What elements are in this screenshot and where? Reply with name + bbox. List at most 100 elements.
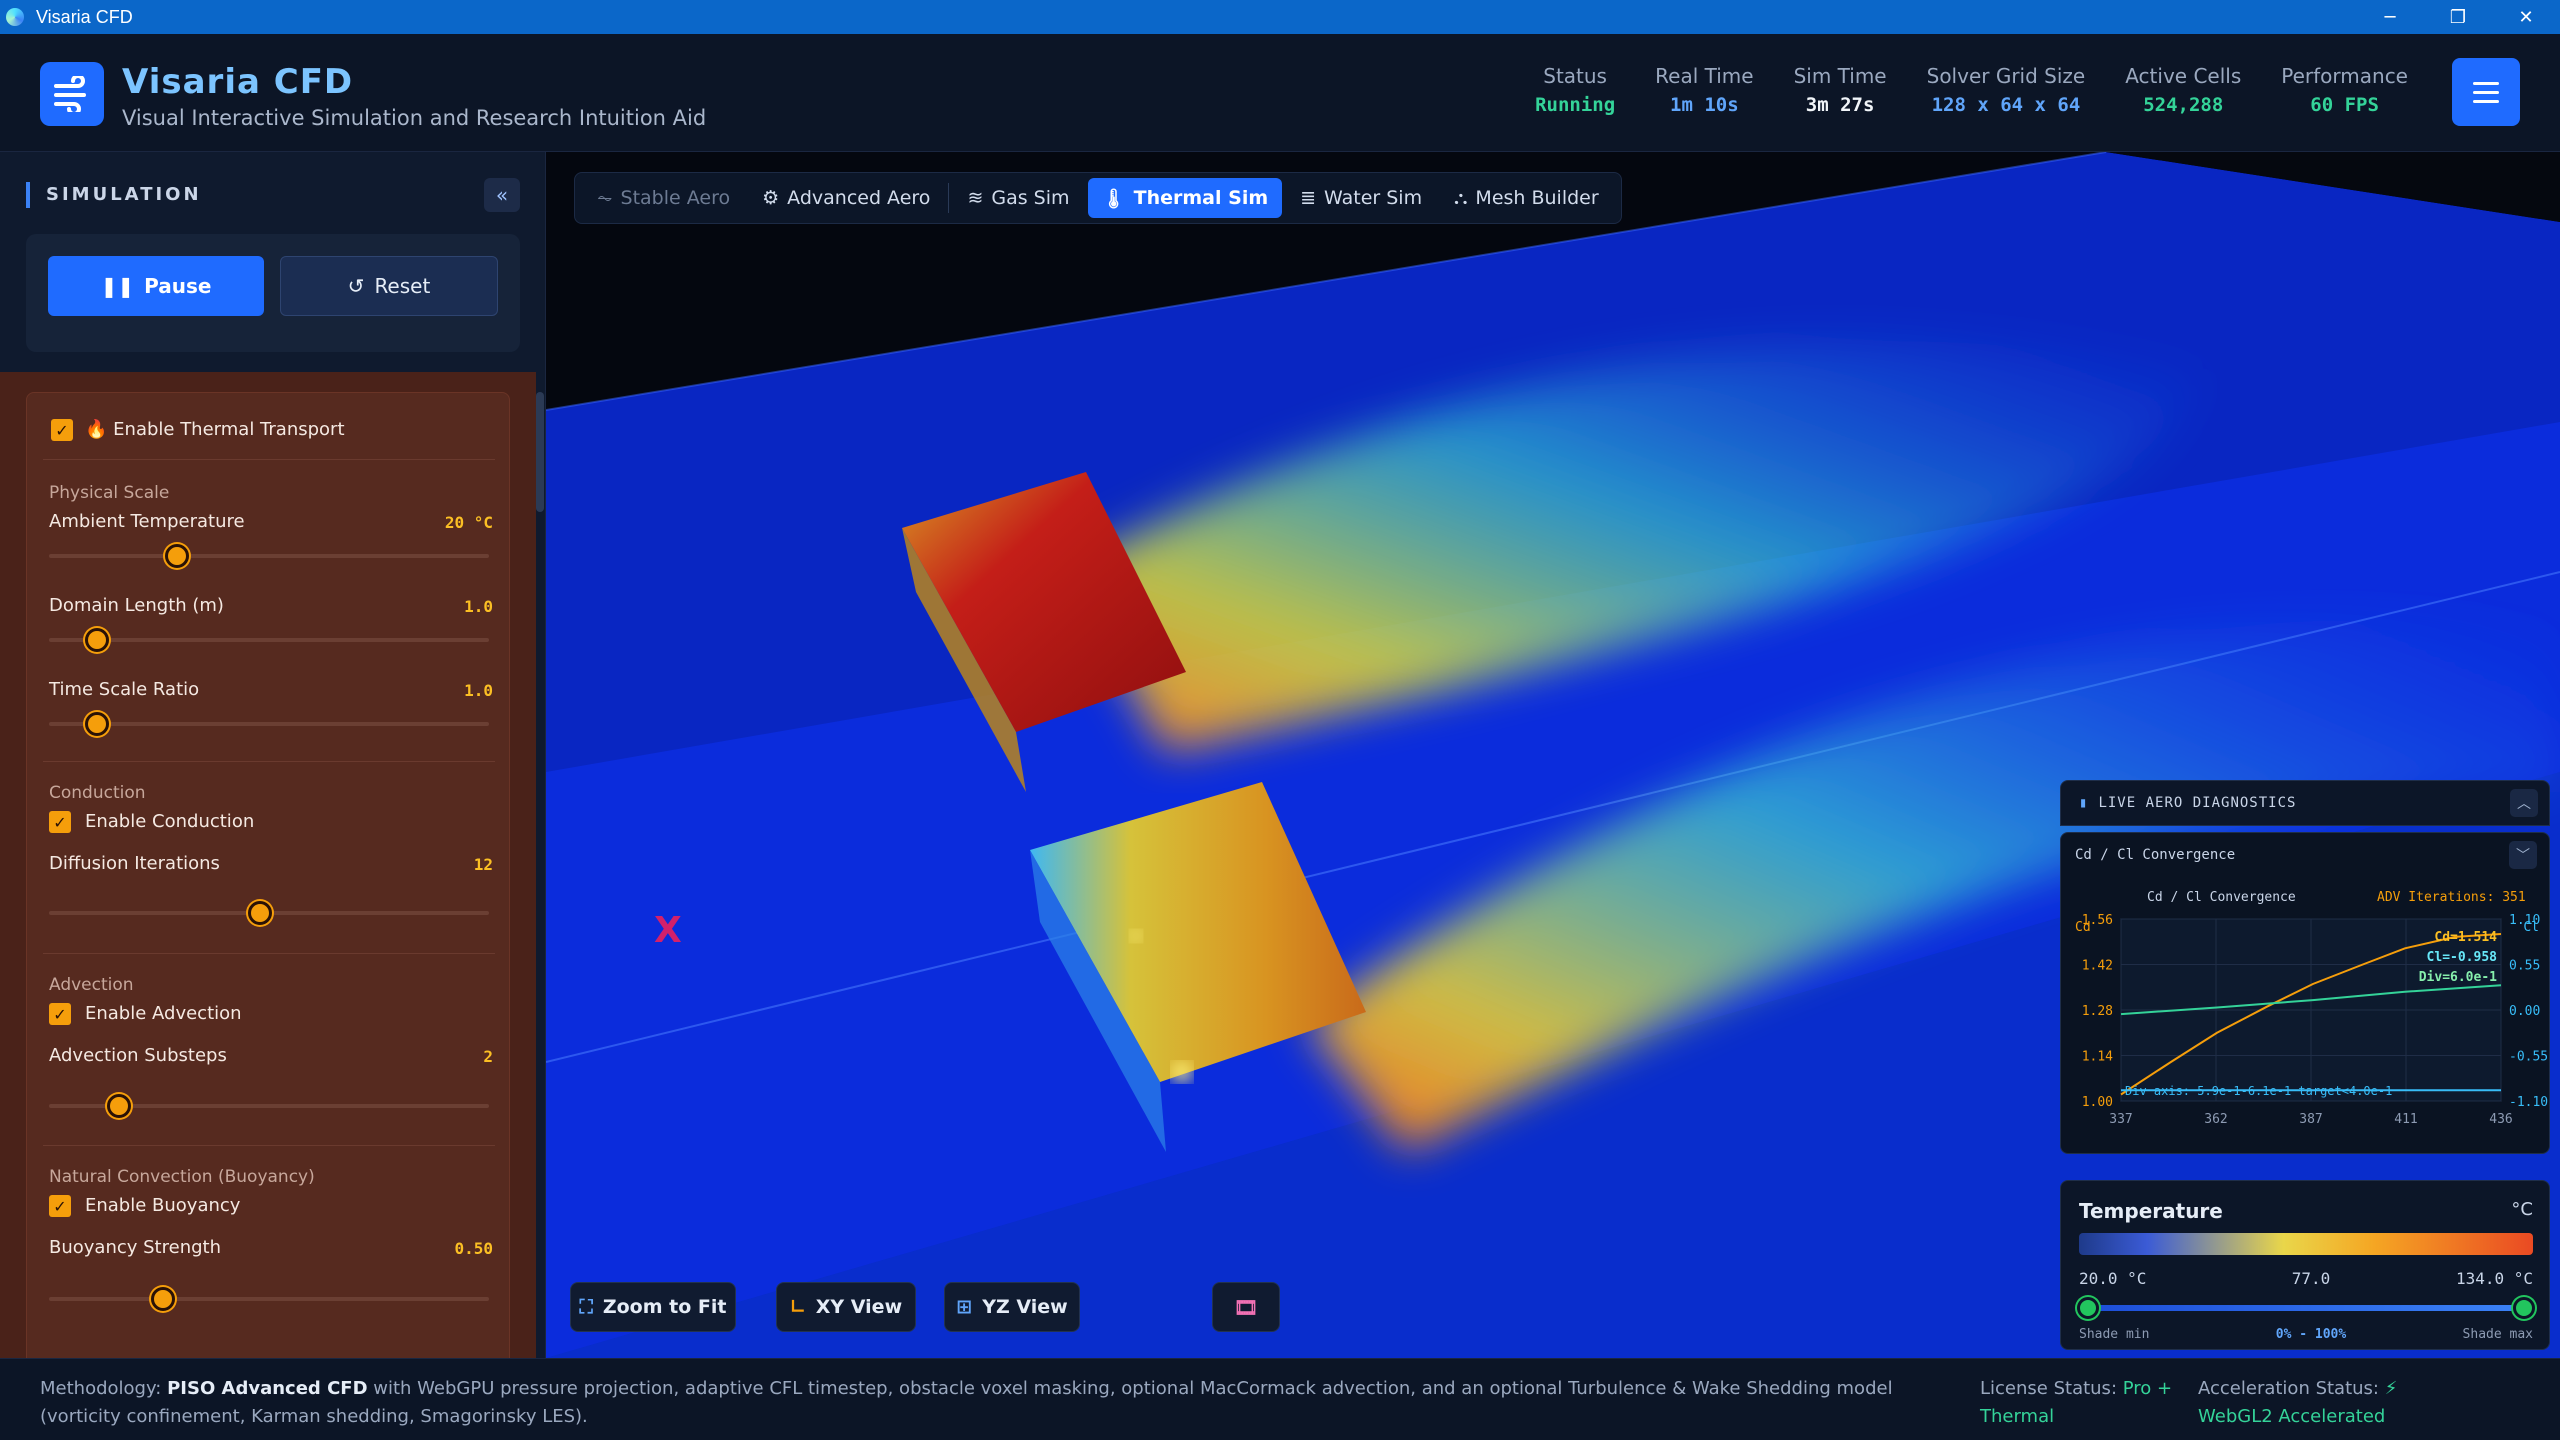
methodology-text: Methodology: PISO Advanced CFD with WebG… — [40, 1378, 1893, 1427]
waveform-icon: ⏦ — [597, 187, 613, 209]
menu-button[interactable] — [2452, 58, 2520, 126]
convergence-section-title: Cd / Cl Convergence — [2075, 847, 2236, 863]
license-status: License Status: Pro + Thermal — [1980, 1378, 2173, 1427]
group-convection: Natural Convection (Buoyancy) — [49, 1167, 315, 1187]
clipboard-icon: ▮ — [2079, 795, 2089, 811]
stat-solver-grid-size: Solver Grid Size 128 x 64 x 64 — [1926, 64, 2086, 116]
legend-min: 20.0 °C — [2079, 1269, 2147, 1288]
domain-length-slider[interactable] — [49, 638, 489, 642]
sim-controls: ❚❚ Pause ↺ Reset — [26, 234, 520, 352]
chart-right-axis-label: Cl — [2523, 920, 2539, 935]
tab-advanced-aero[interactable]: ⚙ Advanced Aero — [748, 178, 944, 218]
chevron-down-icon: ﹀ — [2516, 848, 2530, 864]
yz-view-button[interactable]: ⊞ YZ View — [944, 1282, 1080, 1332]
legend-colorbar — [2079, 1233, 2533, 1255]
reset-icon: ↺ — [347, 274, 365, 298]
enable-conduction-label: Enable Conduction — [85, 811, 255, 832]
chart-y-right-tick: 0.00 — [2509, 1004, 2540, 1019]
diffusion-knob[interactable] — [248, 901, 273, 925]
fit-icon: ⛶ — [579, 1296, 593, 1318]
restore-icon[interactable]: ❐ — [2424, 0, 2492, 34]
shade-max-handle[interactable] — [2513, 1297, 2535, 1319]
readout-cd: Cd=1.514 — [2434, 930, 2497, 945]
tab-stable-aero[interactable]: ⏦ Stable Aero — [583, 178, 744, 218]
enable-advection-label: Enable Advection — [85, 1003, 242, 1024]
chart-y-left-tick: 1.14 — [2082, 1050, 2113, 1065]
menu-icon — [2473, 81, 2499, 85]
substeps-label: Advection Substeps — [49, 1045, 227, 1066]
enable-thermal-label: 🔥 Enable Thermal Transport — [85, 419, 345, 440]
grid-icon: ⊞ — [956, 1296, 973, 1318]
brand-title: Visaria CFD — [122, 62, 354, 102]
convergence-dropdown-button[interactable]: ﹀ — [2509, 841, 2537, 869]
app-icon — [6, 8, 24, 26]
xy-axes-icon: ∟ — [789, 1296, 806, 1318]
time-scale-value: 1.0 — [464, 681, 493, 700]
zoom-to-fit-button[interactable]: ⛶ Zoom to Fit — [570, 1282, 736, 1332]
thermal-render: X — [546, 152, 2560, 1358]
shade-min-label: Shade min — [2079, 1327, 2150, 1342]
group-advection: Advection — [49, 975, 134, 995]
group-physical-scale: Physical Scale — [49, 483, 170, 503]
chart-y-left-tick: 1.28 — [2082, 1004, 2113, 1019]
thermal-panel: ✓ 🔥 Enable Thermal Transport Physical Sc… — [0, 372, 536, 1358]
flame-icon: 🔥 — [85, 419, 108, 440]
group-conduction: Conduction — [49, 783, 146, 803]
ambient-temp-knob[interactable] — [164, 544, 189, 568]
chart-x-tick: 411 — [2394, 1112, 2417, 1127]
legend-title: Temperature — [2079, 1199, 2223, 1223]
reset-button[interactable]: ↺ Reset — [280, 256, 498, 316]
collapse-sidebar-button[interactable]: « — [484, 178, 520, 212]
live-aero-diagnostics: ▮ LIVE AERO DIAGNOSTICS ︿ Cd / Cl Conver… — [2060, 780, 2550, 1154]
chart-x-tick: 436 — [2489, 1112, 2512, 1127]
thermometer-icon: 🌡 — [1101, 187, 1126, 210]
stat-active-cells: Active Cells 524,288 — [2125, 64, 2242, 116]
enable-buoyancy-checkbox[interactable]: ✓ — [49, 1195, 71, 1217]
chart-x-tick: 387 — [2299, 1112, 2322, 1127]
brand-tagline: Visual Interactive Simulation and Resear… — [122, 106, 707, 130]
minimize-icon[interactable]: ─ — [2356, 0, 2424, 34]
tab-water-sim[interactable]: ≣ Water Sim — [1286, 178, 1436, 218]
buoyancy-slider[interactable] — [49, 1297, 489, 1301]
sidebar-scrollbar[interactable] — [536, 392, 544, 512]
pause-icon: ❚❚ — [100, 274, 135, 298]
wind-icon: ≋ — [967, 187, 984, 209]
app-header: Visaria CFD Visual Interactive Simulatio… — [0, 34, 2560, 152]
domain-length-knob[interactable] — [85, 628, 110, 652]
xy-view-button[interactable]: ∟ XY View — [776, 1282, 916, 1332]
ambient-temp-slider[interactable] — [49, 554, 489, 558]
chart-y-left-tick: 1.00 — [2082, 1095, 2113, 1110]
gear-icon: ⚙ — [762, 187, 780, 209]
record-video-button[interactable]: 🎞 — [1212, 1282, 1280, 1332]
tab-separator — [948, 183, 950, 213]
window-titlebar: Visaria CFD ─ ❐ ✕ — [0, 0, 2560, 34]
acceleration-status: Acceleration Status: ⚡ WebGL2 Accelerate… — [2198, 1378, 2398, 1427]
shade-range-slider[interactable] — [2089, 1305, 2523, 1311]
collapse-diagnostics-button[interactable]: ︿ — [2510, 789, 2538, 817]
double-chevron-left-icon: « — [495, 183, 509, 207]
simulation-viewport[interactable]: X ⏦ Stable Aero ⚙ Advanced Aero ≋ Gas Sim 🌡 The… — [546, 152, 2560, 1358]
time-scale-knob[interactable] — [85, 712, 110, 736]
legend-max: 134.0 °C — [2455, 1269, 2533, 1288]
tab-thermal-sim[interactable]: 🌡 Thermal Sim — [1087, 178, 1283, 218]
stat-status: Status Running — [1535, 64, 1616, 116]
shade-max-label: Shade max — [2462, 1327, 2533, 1342]
buoyancy-knob[interactable] — [151, 1287, 176, 1311]
legend-mid: 77.0 — [2291, 1269, 2331, 1288]
chart-y-right-tick: -0.55 — [2509, 1050, 2548, 1065]
time-scale-slider[interactable] — [49, 722, 489, 726]
diagnostics-header[interactable]: ▮ LIVE AERO DIAGNOSTICS — [2060, 780, 2550, 826]
substeps-knob[interactable] — [107, 1094, 132, 1118]
tab-gas-sim[interactable]: ≋ Gas Sim — [953, 178, 1083, 218]
enable-advection-checkbox[interactable]: ✓ — [49, 1003, 71, 1025]
tab-mesh-builder[interactable]: ⛬ Mesh Builder — [1440, 178, 1613, 218]
pause-button[interactable]: ❚❚ Pause — [48, 256, 264, 316]
close-icon[interactable]: ✕ — [2492, 0, 2560, 34]
header-stats: Status Running Real Time 1m 10s Sim Time 3m 2… — [1515, 64, 2428, 116]
enable-conduction-checkbox[interactable]: ✓ — [49, 811, 71, 833]
shade-min-handle[interactable] — [2077, 1297, 2099, 1319]
thermal-settings-card: ✓ 🔥 Enable Thermal Transport Physical Sc… — [26, 392, 510, 1358]
chart-x-tick: 362 — [2204, 1112, 2227, 1127]
diffusion-label: Diffusion Iterations — [49, 853, 220, 874]
enable-thermal-checkbox[interactable]: ✓ — [51, 419, 73, 441]
